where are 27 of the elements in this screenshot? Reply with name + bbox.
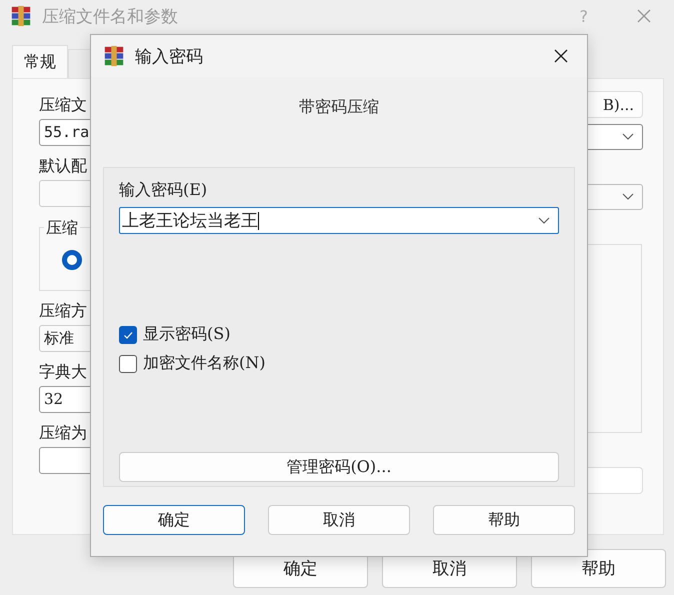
- archive-app-icon: [103, 45, 125, 67]
- dialog-button[interactable]: 取消: [268, 505, 410, 535]
- chevron-icon: [538, 216, 550, 224]
- password-label: 输入密码(E): [119, 180, 208, 201]
- dialog-title: 输入密码: [135, 46, 203, 68]
- field-label: 压缩文: [39, 97, 87, 113]
- field-label: 默认配: [39, 158, 87, 174]
- checkbox-label[interactable]: 显示密码(S): [143, 324, 230, 345]
- password-field[interactable]: 上老王论坛当老王: [119, 207, 559, 234]
- manage-passwords-button[interactable]: 管理密码(O)...: [119, 452, 559, 482]
- checkbox-label[interactable]: 加密文件名称(N): [143, 353, 266, 374]
- checkbox[interactable]: [119, 326, 137, 344]
- field-label: 压缩方: [39, 303, 87, 319]
- chevron-icon: [622, 133, 634, 141]
- dialog-button[interactable]: 帮助: [433, 505, 575, 535]
- field-label: 压缩为: [39, 425, 87, 441]
- close-icon[interactable]: [553, 48, 569, 64]
- field-label: 字典大: [39, 364, 87, 380]
- archive-app-icon: [10, 5, 32, 27]
- dialog-button[interactable]: 帮助: [531, 549, 666, 588]
- dialog-button[interactable]: 确定: [103, 505, 245, 535]
- window-title: 压缩文件名和参数: [42, 6, 178, 28]
- dialog-heading: 带密码压缩: [298, 97, 380, 118]
- checkbox[interactable]: [119, 354, 137, 372]
- chevron-icon: [622, 193, 634, 201]
- radio-button[interactable]: [62, 250, 82, 270]
- tab[interactable]: 常规: [12, 45, 68, 78]
